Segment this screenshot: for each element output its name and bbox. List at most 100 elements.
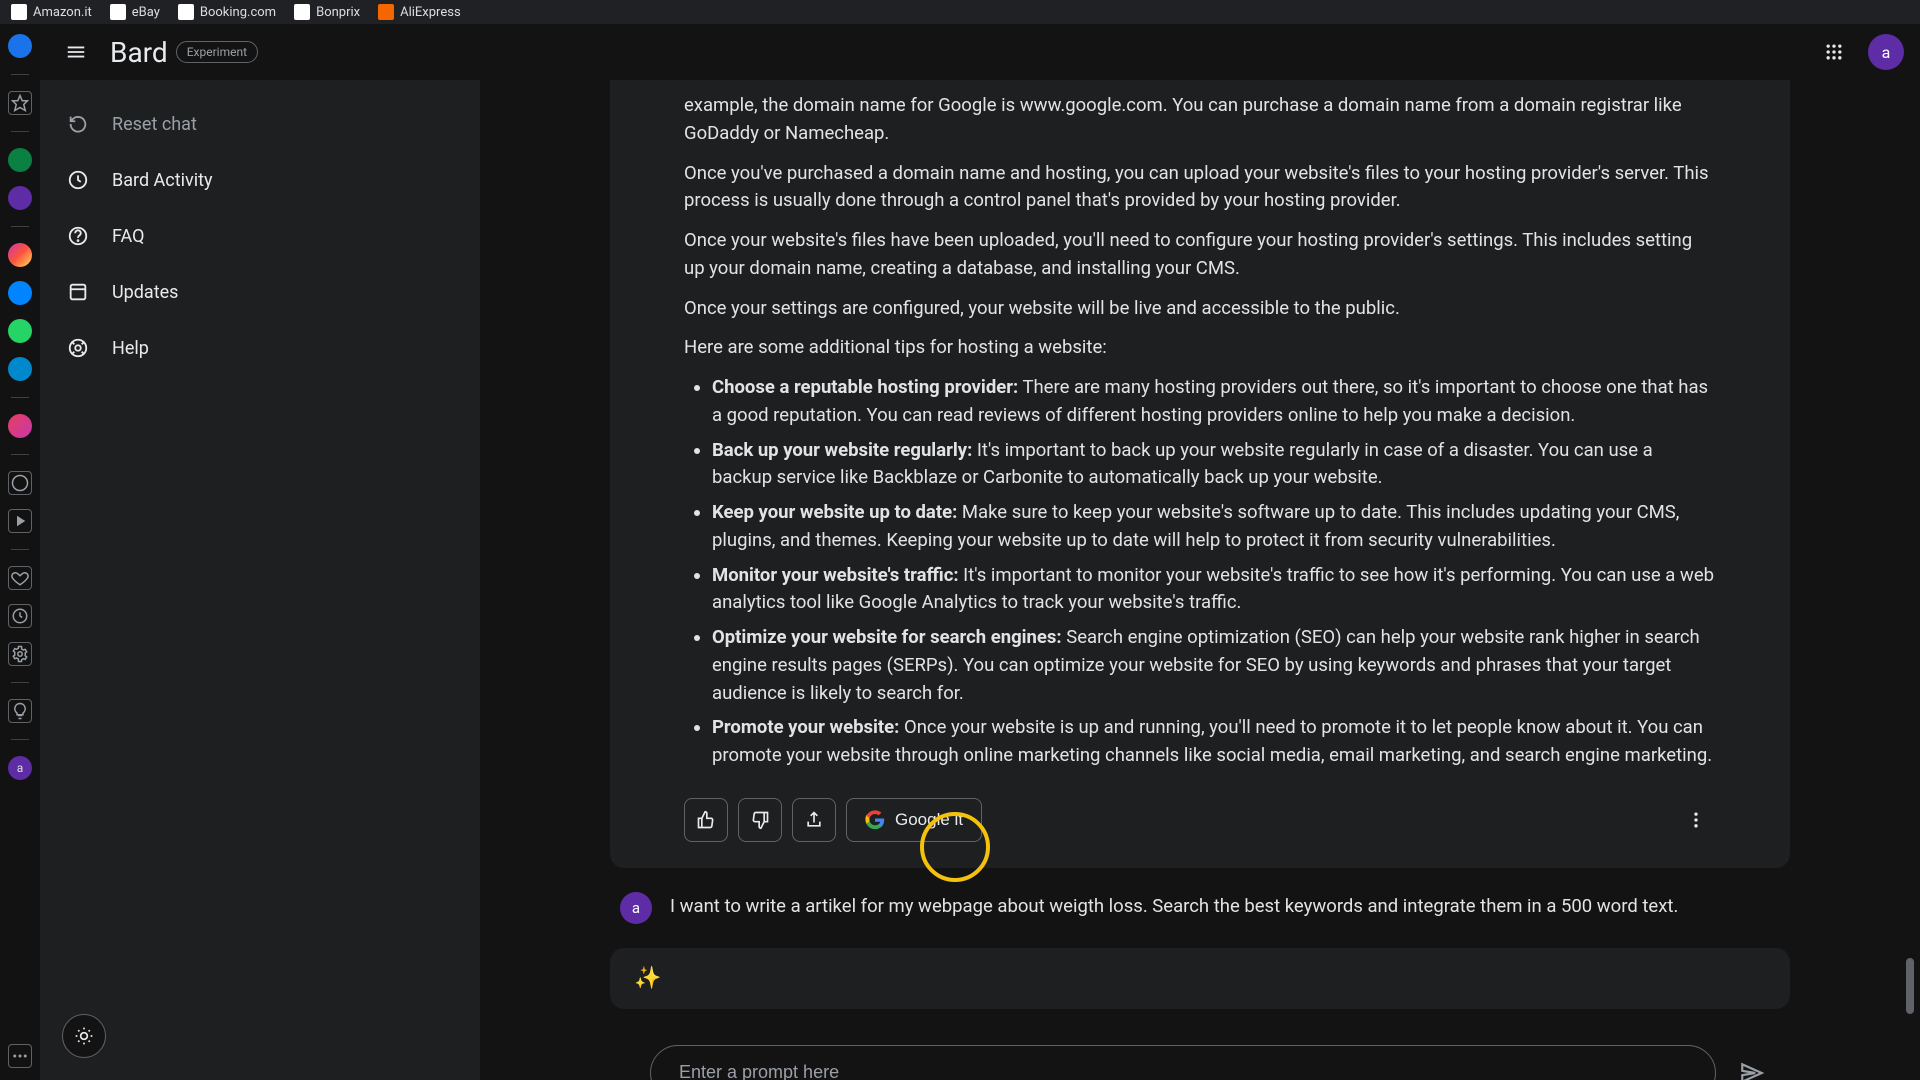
tip-bold: Keep your website up to date: [712, 501, 957, 523]
app-container: Bard Experiment a Reset chat Bard Activi… [40, 24, 1920, 1080]
sidebar-item-label: FAQ [112, 226, 144, 247]
loading-response: ✨ [610, 948, 1790, 1009]
browser-tab[interactable]: eBay [104, 1, 166, 23]
sidebar-item-label: Bard Activity [112, 170, 213, 191]
tip-item: Keep your website up to date: Make sure … [712, 499, 1716, 555]
apps-grid-button[interactable] [1814, 32, 1854, 72]
google-it-label: Google it [895, 810, 963, 830]
conversation-column: example, the domain name for Google is w… [600, 80, 1800, 1080]
dock-more-icon[interactable] [8, 1044, 32, 1068]
dock-app-icon[interactable] [8, 281, 32, 305]
sidebar-item-label: Reset chat [112, 114, 197, 135]
share-icon [804, 810, 824, 830]
thumbs-down-icon [750, 810, 770, 830]
tip-item: Promote your website: Once your website … [712, 714, 1716, 770]
browser-tab-bar: Amazon.it eBay Booking.com Bonprix AliEx… [0, 0, 1920, 24]
reset-icon [64, 110, 92, 138]
response-text: example, the domain name for Google is w… [684, 92, 1716, 148]
experiment-badge: Experiment [176, 41, 258, 63]
app-header: Bard Experiment a [40, 24, 1920, 80]
menu-icon [65, 41, 87, 63]
sidebar-item-reset-chat[interactable]: Reset chat [40, 96, 480, 152]
more-options-button[interactable] [1676, 800, 1716, 840]
google-logo-icon [865, 810, 885, 830]
dock-separator [11, 226, 29, 227]
dock-heart-icon[interactable] [8, 566, 32, 590]
tab-label: Booking.com [200, 5, 276, 20]
dock-star-icon[interactable] [8, 91, 32, 115]
avatar[interactable]: a [1868, 34, 1904, 70]
dock-gear-icon[interactable] [8, 642, 32, 666]
app-title-text: Bard [110, 36, 168, 69]
dock-app-icon[interactable] [8, 414, 32, 438]
dock-app-icon[interactable] [8, 357, 32, 381]
send-button[interactable] [1732, 1053, 1772, 1080]
tips-list: Choose a reputable hosting provider: The… [684, 374, 1716, 770]
more-vert-icon [1686, 810, 1706, 830]
tab-label: eBay [132, 5, 160, 20]
user-message: a I want to write a artikel for my webpa… [610, 884, 1790, 932]
dock-clock-icon[interactable] [8, 604, 32, 628]
updates-icon [64, 278, 92, 306]
dock-app-icon[interactable] [8, 243, 32, 267]
app-body: Reset chat Bard Activity FAQ Updates Hel… [40, 80, 1920, 1080]
browser-tab[interactable]: AliExpress [372, 1, 467, 23]
dock-hint-icon[interactable] [8, 699, 32, 723]
tip-item: Monitor your website's traffic: It's imp… [712, 562, 1716, 618]
sidebar-item-help[interactable]: Help [40, 320, 480, 376]
dock-app-icon[interactable] [8, 34, 32, 58]
dock-separator [11, 131, 29, 132]
apps-grid-icon [1824, 42, 1844, 62]
tip-bold: Back up your website regularly: [712, 439, 972, 461]
user-avatar: a [620, 892, 652, 924]
tip-item: Back up your website regularly: It's imp… [712, 437, 1716, 493]
send-icon [1739, 1060, 1765, 1080]
dock-separator [11, 549, 29, 550]
prompt-input[interactable] [650, 1045, 1716, 1080]
browser-tab[interactable]: Bonprix [288, 1, 366, 23]
tab-label: AliExpress [400, 5, 461, 20]
tip-bold: Optimize your website for search engines… [712, 626, 1062, 648]
left-dock: a [0, 24, 40, 1080]
google-it-button[interactable]: Google it [846, 798, 982, 842]
share-button[interactable] [792, 798, 836, 842]
dock-app-icon[interactable] [8, 186, 32, 210]
dock-app-icon[interactable] [8, 148, 32, 172]
sidebar-item-label: Updates [112, 282, 178, 303]
sidebar-item-updates[interactable]: Updates [40, 264, 480, 320]
browser-tab[interactable]: Amazon.it [5, 1, 98, 23]
sparkle-icon: ✨ [634, 966, 661, 991]
tip-item: Optimize your website for search engines… [712, 624, 1716, 707]
dock-separator [11, 397, 29, 398]
tab-label: Bonprix [316, 5, 360, 20]
sidebar-item-activity[interactable]: Bard Activity [40, 152, 480, 208]
dock-separator [11, 74, 29, 75]
response-actions: Google it [684, 798, 1716, 842]
activity-icon [64, 166, 92, 194]
thumbs-up-icon [696, 810, 716, 830]
dock-separator [11, 739, 29, 740]
scrollbar-thumb[interactable] [1906, 958, 1914, 1014]
faq-icon [64, 222, 92, 250]
response-text: Once your settings are configured, your … [684, 295, 1716, 323]
dock-avatar-icon[interactable]: a [8, 756, 32, 780]
sidebar-item-label: Help [112, 338, 149, 359]
thumbs-down-button[interactable] [738, 798, 782, 842]
thumbs-up-button[interactable] [684, 798, 728, 842]
tip-item: Choose a reputable hosting provider: The… [712, 374, 1716, 430]
response-text: Here are some additional tips for hostin… [684, 334, 1716, 362]
dock-separator [11, 454, 29, 455]
sidebar-item-faq[interactable]: FAQ [40, 208, 480, 264]
menu-button[interactable] [56, 32, 96, 72]
app-title: Bard Experiment [110, 36, 258, 69]
dock-app-icon[interactable] [8, 319, 32, 343]
dock-play-icon[interactable] [8, 471, 32, 495]
tip-bold: Monitor your website's traffic: [712, 564, 959, 586]
tip-bold: Promote your website: [712, 716, 899, 738]
user-message-text: I want to write a artikel for my webpage… [670, 892, 1678, 917]
theme-toggle-button[interactable] [62, 1014, 106, 1058]
browser-tab[interactable]: Booking.com [172, 1, 282, 23]
dock-play-icon[interactable] [8, 509, 32, 533]
tab-label: Amazon.it [33, 5, 92, 20]
assistant-response: example, the domain name for Google is w… [610, 80, 1790, 868]
